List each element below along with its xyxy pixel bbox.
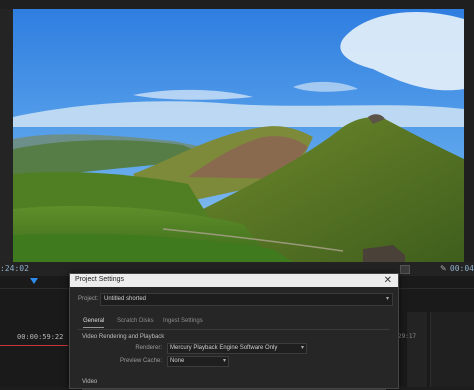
export-frame-button[interactable] <box>400 265 410 274</box>
timeline-right-timecode: 29:17 <box>398 333 417 340</box>
project-settings-dialog: Project Settings ✕ Project: Untitled sho… <box>69 273 399 390</box>
timeline-timecode[interactable]: 00:00:59:22 <box>17 333 63 341</box>
video-preview <box>13 9 464 262</box>
preview-cache-select[interactable]: None ▾ <box>167 356 229 367</box>
section-video-rendering: Video Rendering and Playback <box>82 334 165 340</box>
preview-cache-value: None <box>170 358 185 364</box>
duration-timecode: 00:04 <box>449 264 474 273</box>
renderer-label: Renderer: <box>135 345 162 351</box>
active-tab-indicator <box>83 327 104 328</box>
tab-ingest-settings[interactable]: Ingest Settings <box>163 318 203 324</box>
chevron-down-icon: ▾ <box>222 358 226 364</box>
dialog-title: Project Settings <box>75 276 125 283</box>
renderer-select[interactable]: Mercury Playback Engine Software Only ▾ <box>167 343 307 354</box>
chevron-down-icon: ▾ <box>300 345 304 351</box>
close-icon[interactable]: ✕ <box>384 274 392 287</box>
dialog-title-bar[interactable]: Project Settings ✕ <box>70 274 398 287</box>
dialog-body: Project: Untitled shorted ▾ General Scra… <box>70 287 398 390</box>
tab-general[interactable]: General <box>83 318 104 324</box>
project-name-field[interactable]: Untitled shorted ▾ <box>100 293 393 306</box>
landscape-frame <box>13 9 464 262</box>
audio-meter-panel <box>430 312 474 387</box>
preview-cache-label: Preview Cache: <box>119 358 162 364</box>
monitor-left-edge <box>0 9 13 262</box>
renderer-value: Mercury Playback Engine Software Only <box>170 345 278 351</box>
project-name-value: Untitled shorted <box>104 296 147 302</box>
wrench-icon[interactable]: ✎ <box>440 264 447 273</box>
playhead-icon[interactable] <box>30 278 38 284</box>
playhead-timecode[interactable]: :24:02 <box>0 264 29 273</box>
chevron-down-icon: ▾ <box>385 296 389 302</box>
tabs-divider <box>78 329 390 330</box>
timeline-track-strip <box>407 312 427 387</box>
timeline-playhead-line <box>0 345 68 346</box>
tab-scratch-disks[interactable]: Scratch Disks <box>117 318 154 324</box>
project-label: Project: <box>78 296 99 302</box>
section-video: Video <box>82 379 98 385</box>
